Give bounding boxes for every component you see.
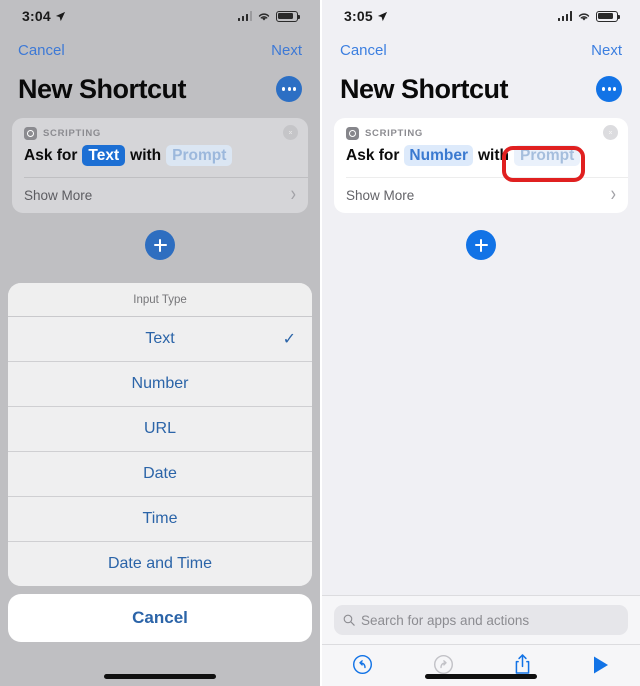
location-arrow-icon xyxy=(55,11,65,21)
status-bar: 3:04 xyxy=(0,0,320,32)
show-more-label: Show More xyxy=(346,187,415,203)
cellular-signal-icon xyxy=(557,11,572,21)
search-input[interactable]: Search for apps and actions xyxy=(334,605,628,635)
sheet-option-url[interactable]: URL xyxy=(8,407,312,452)
sheet-cancel-button[interactable]: Cancel xyxy=(8,594,312,642)
status-time: 3:04 xyxy=(22,8,51,24)
cancel-button[interactable]: Cancel xyxy=(18,42,65,59)
status-time: 3:05 xyxy=(344,8,373,24)
action-card-header: SCRIPTING xyxy=(12,118,308,142)
action-category-label: SCRIPTING xyxy=(43,128,102,139)
page-title: New Shortcut xyxy=(340,73,509,104)
next-button[interactable]: Next xyxy=(591,42,622,59)
screenshot-root: 3:04 Cancel Next New Shortcut SCRIPTING … xyxy=(0,0,640,686)
cellular-signal-icon xyxy=(237,11,252,21)
wifi-icon xyxy=(578,12,590,21)
sheet-option-label: URL xyxy=(143,420,176,437)
scripting-icon xyxy=(24,127,37,140)
scripting-icon xyxy=(346,127,359,140)
play-icon[interactable] xyxy=(588,651,614,679)
with-label: with xyxy=(130,146,162,164)
status-indicators xyxy=(557,10,620,22)
sheet-option-time[interactable]: Time xyxy=(8,497,312,542)
sheet-option-number[interactable]: Number xyxy=(8,362,312,407)
input-type-action-sheet: Input Type Text ✓ Number URL Date Time D… xyxy=(8,283,312,642)
search-icon xyxy=(343,614,355,626)
show-more-row[interactable]: Show More › xyxy=(334,178,628,213)
more-options-icon[interactable] xyxy=(276,76,302,102)
sheet-option-date[interactable]: Date xyxy=(8,452,312,497)
nav-bar: Cancel Next xyxy=(322,36,640,64)
status-time-group: 3:04 xyxy=(22,8,66,24)
chevron-right-icon: › xyxy=(290,182,296,206)
input-type-pill[interactable]: Number xyxy=(404,145,473,166)
sheet-option-text[interactable]: Text ✓ xyxy=(8,317,312,362)
sheet-option-label: Number xyxy=(131,375,189,392)
status-indicators xyxy=(237,10,300,22)
input-type-pill[interactable]: Text xyxy=(82,145,126,166)
show-more-label: Show More xyxy=(24,187,93,203)
action-card[interactable]: SCRIPTING Ask for Text with Prompt Show … xyxy=(12,118,308,213)
battery-icon xyxy=(276,10,300,22)
phone-screen-left: 3:04 Cancel Next New Shortcut SCRIPTING … xyxy=(0,0,320,686)
status-bar: 3:05 xyxy=(322,0,640,32)
editor-toolbar xyxy=(322,644,640,686)
close-circle-icon[interactable] xyxy=(603,125,618,140)
battery-icon xyxy=(596,10,620,22)
page-title: New Shortcut xyxy=(18,73,187,104)
cancel-button[interactable]: Cancel xyxy=(340,42,387,59)
action-category-label: SCRIPTING xyxy=(365,128,424,139)
sheet-option-date-and-time[interactable]: Date and Time xyxy=(8,542,312,586)
undo-icon[interactable] xyxy=(348,650,377,679)
chevron-right-icon: › xyxy=(610,182,616,206)
wifi-icon xyxy=(258,12,270,21)
home-indicator xyxy=(104,674,216,679)
nav-bar: Cancel Next xyxy=(0,36,320,64)
location-arrow-icon xyxy=(377,11,387,21)
add-action-icon[interactable] xyxy=(466,230,496,260)
action-description: Ask for Text with Prompt xyxy=(12,142,308,177)
checkmark-icon: ✓ xyxy=(282,331,296,348)
sheet-option-label: Date and Time xyxy=(107,555,213,572)
action-sheet-title: Input Type xyxy=(8,283,312,317)
action-card-header: SCRIPTING xyxy=(334,118,628,142)
sheet-option-label: Time xyxy=(142,510,178,527)
close-circle-icon[interactable] xyxy=(283,125,298,140)
phone-screen-right: 3:05 Cancel Next New Shortcut SCRIPTING … xyxy=(320,0,640,686)
action-description: Ask for Number with Prompt xyxy=(334,142,628,177)
add-action-icon[interactable] xyxy=(145,230,175,260)
sheet-option-label: Date xyxy=(143,465,177,482)
action-card[interactable]: SCRIPTING Ask for Number with Prompt Sho… xyxy=(334,118,628,213)
sheet-option-label: Text xyxy=(145,330,175,347)
prompt-pill[interactable]: Prompt xyxy=(513,145,581,166)
ask-for-label: Ask for xyxy=(346,146,400,164)
action-sheet-options: Input Type Text ✓ Number URL Date Time D… xyxy=(8,283,312,586)
show-more-row[interactable]: Show More › xyxy=(12,178,308,213)
home-indicator xyxy=(425,674,537,679)
search-placeholder: Search for apps and actions xyxy=(361,612,530,628)
ask-for-label: Ask for xyxy=(24,146,78,164)
title-row: New Shortcut xyxy=(322,68,640,110)
prompt-pill[interactable]: Prompt xyxy=(166,145,233,166)
bottom-bar: Search for apps and actions xyxy=(322,595,640,686)
status-time-group: 3:05 xyxy=(344,8,388,24)
title-row: New Shortcut xyxy=(0,68,320,110)
with-label: with xyxy=(477,146,509,164)
more-options-icon[interactable] xyxy=(596,76,622,102)
next-button[interactable]: Next xyxy=(271,42,302,59)
